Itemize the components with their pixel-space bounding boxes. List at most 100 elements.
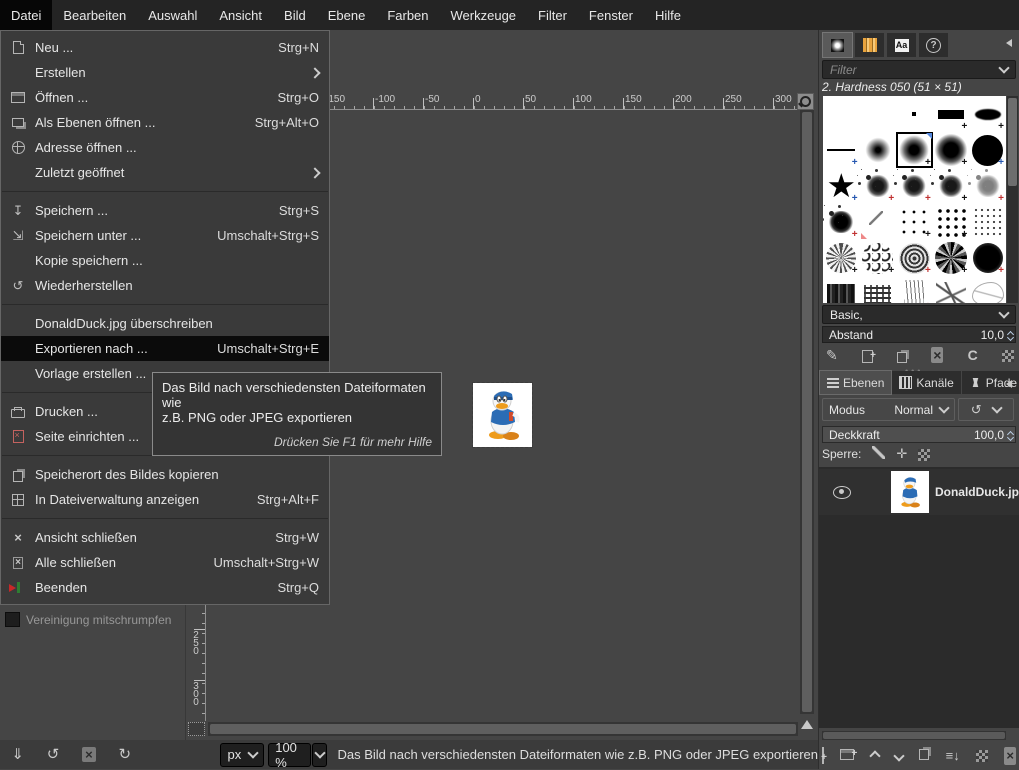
menu-item-in-dateiverwaltung-anzeigen[interactable]: In Dateiverwaltung anzeigen Strg+Alt+F [1,487,329,512]
menubar-item-ebene[interactable]: Ebene [317,0,377,30]
menu-item-neu[interactable]: Neu ... Strg+N [1,35,329,60]
brush-cell[interactable]: + [933,204,970,240]
brush-cell[interactable]: + [969,168,1006,204]
brush-cell[interactable]: + [896,240,933,276]
menubar-item-bild[interactable]: Bild [273,0,317,30]
menu-item-als-ebenen-öffnen[interactable]: Als Ebenen öffnen ... Strg+Alt+O [1,110,329,135]
brush-cell[interactable]: + [969,240,1006,276]
brush-group-dropdown[interactable]: Basic, [822,305,1016,324]
menubar-item-farben[interactable]: Farben [376,0,439,30]
brush-cell[interactable]: + [860,276,897,303]
tab-fonts[interactable]: Aa [887,33,916,57]
reset-tool-options-button[interactable]: ↻ [118,747,131,762]
brush-cell[interactable]: ★ + [823,168,860,204]
restore-tool-preset-button[interactable]: ↺ [47,747,60,762]
menubar-item-ansicht[interactable]: Ansicht [208,0,273,30]
tab-brushes[interactable] [822,32,853,58]
brush-cell[interactable] [860,132,897,168]
spacing-spinner[interactable] [1006,329,1015,342]
delete-layer-button[interactable]: × [1004,746,1016,765]
tab-channels[interactable]: Kanäle [892,371,961,394]
menu-item-alle-schließen[interactable]: × Alle schließen Umschalt+Strg+W [1,550,329,575]
layer-opacity-slider[interactable]: Deckkraft 100,0 [822,426,1016,443]
unit-dropdown[interactable]: px [220,742,265,767]
brush-cell[interactable]: + [896,276,933,303]
menubar-item-auswahl[interactable]: Auswahl [137,0,208,30]
menu-item-exportieren-nach[interactable]: Exportieren nach ... Umschalt+Strg+E [1,336,329,361]
brush-cell[interactable]: + [933,240,970,276]
menu-item-kopie-speichern[interactable]: Kopie speichern ... [1,248,329,273]
brush-cell-selected[interactable]: + [896,132,933,168]
zoom-dropdown-button[interactable] [311,742,328,767]
lock-position-button[interactable]: ✛ [896,446,907,462]
brush-cell[interactable]: + [896,168,933,204]
merge-down-button[interactable]: ≡↓ [946,747,960,765]
layer-list-scrollbar[interactable] [822,731,1006,740]
menu-item-beenden[interactable]: Beenden Strg+Q [1,575,329,600]
menubar-item-fenster[interactable]: Fenster [578,0,644,30]
menu-item-donaldduck-jpg-überschreiben[interactable]: DonaldDuck.jpg überschreiben [1,311,329,336]
brush-filter-input[interactable]: Filter [822,60,1016,79]
menubar-item-bearbeiten[interactable]: Bearbeiten [52,0,137,30]
dock-menu-button[interactable] [1002,37,1016,49]
duplicate-layer-button[interactable] [919,746,930,765]
brush-cell[interactable]: + [933,132,970,168]
menubar-item-datei[interactable]: Datei [0,0,53,30]
menubar-item-filter[interactable]: Filter [527,0,578,30]
brush-scrollbar-thumb[interactable] [1008,98,1017,186]
brush-cell[interactable]: + [896,204,933,240]
brush-cell[interactable]: + [823,240,860,276]
tab-patterns[interactable] [855,33,884,57]
zoom-level-field[interactable]: 100 % [268,740,311,770]
brush-cell[interactable] [896,96,933,132]
brush-cell[interactable] [860,96,897,132]
brush-cell[interactable] [860,204,897,240]
layer-scrollbar-thumb[interactable] [823,732,1005,739]
anchor-layer-button[interactable] [976,747,989,765]
mode-group-switch-button[interactable]: ↺ [958,398,1014,421]
lock-alpha-button[interactable] [918,447,931,462]
brush-cell[interactable]: + [823,276,860,303]
raise-layer-button[interactable] [868,747,881,765]
horizontal-scrollbar[interactable] [208,722,798,736]
brush-cell[interactable]: + [823,204,860,240]
checkbox-icon[interactable] [5,612,20,627]
menu-item-speichern[interactable]: ↧ Speichern ... Strg+S [1,198,329,223]
visibility-eye-icon[interactable] [833,485,852,499]
brush-cell[interactable]: + [860,240,897,276]
brush-cell[interactable] [969,204,1006,240]
menu-item-wiederherstellen[interactable]: ↺ Wiederherstellen [1,273,329,298]
brush-spacing-slider[interactable]: Abstand 10,0 [822,326,1016,343]
new-brush-button[interactable] [861,345,876,366]
brush-cell[interactable]: + [860,168,897,204]
edit-brush-button[interactable]: ✎ [826,345,838,365]
canvas-image-donaldduck[interactable] [472,382,533,448]
layer-row-donaldduck[interactable]: DonaldDuck.jp [819,469,1019,515]
menubar-item-hilfe[interactable]: Hilfe [644,0,692,30]
zoom-follow-window-button[interactable] [797,93,814,110]
vertical-scrollbar-thumb[interactable] [802,112,812,712]
navigation-button[interactable] [799,716,815,732]
brush-cell[interactable]: + [969,276,1006,303]
delete-brush-button[interactable]: × [931,345,944,365]
refresh-brushes-button[interactable]: C [968,345,978,365]
tab-layers[interactable]: Ebenen [818,370,893,395]
brush-cell[interactable]: + [933,168,970,204]
tab-help[interactable]: ? [919,33,948,57]
horizontal-scrollbar-thumb[interactable] [210,724,796,734]
brush-cell[interactable]: + [969,96,1006,132]
new-layer-group-button[interactable] [840,745,857,765]
menu-item-adresse-öffnen[interactable]: Adresse öffnen ... [1,135,329,160]
menubar-item-werkzeuge[interactable]: Werkzeuge [440,0,528,30]
brush-grid-scrollbar[interactable] [1007,96,1018,303]
menu-item-ansicht-schließen[interactable]: × Ansicht schließen Strg+W [1,525,329,550]
open-brush-as-image-button[interactable] [1001,345,1014,365]
menu-item-erstellen[interactable]: Erstellen [1,60,329,85]
menu-item-öffnen[interactable]: Öffnen ... Strg+O [1,85,329,110]
delete-tool-preset-button[interactable]: × [82,747,96,762]
duplicate-brush-button[interactable] [897,345,908,365]
brush-cell[interactable]: + [933,96,970,132]
menu-item-speicherort-des-bildes-kopieren[interactable]: Speicherort des Bildes kopieren [1,462,329,487]
quick-mask-toggle[interactable] [188,722,205,736]
brush-cell[interactable]: + [823,132,860,168]
